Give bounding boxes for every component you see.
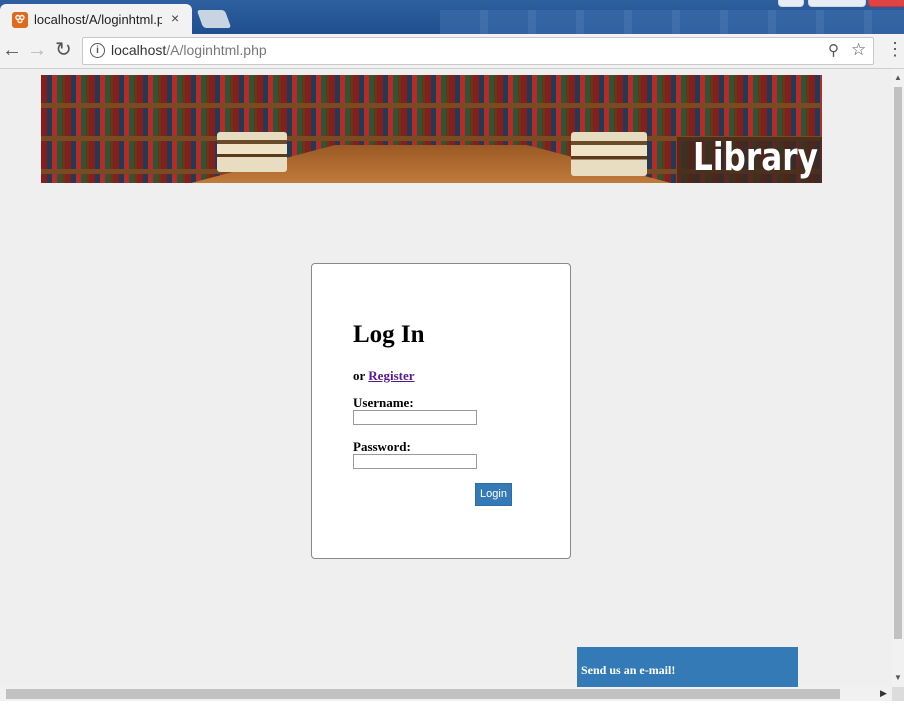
or-text: or bbox=[353, 368, 369, 383]
email-us-text: Send us an e-mail! bbox=[581, 663, 676, 677]
minimize-button[interactable] bbox=[778, 0, 804, 7]
register-line: or Register bbox=[353, 368, 415, 384]
password-field[interactable] bbox=[353, 454, 477, 469]
horizontal-scrollbar[interactable]: ▶ bbox=[0, 687, 892, 701]
book-stack-left bbox=[217, 132, 287, 172]
library-banner: Library bbox=[41, 75, 822, 183]
info-icon[interactable]: i bbox=[90, 43, 105, 58]
username-field[interactable] bbox=[353, 410, 477, 425]
address-bar[interactable]: i localhost/A/loginhtml.php ⚲ ☆ bbox=[82, 37, 874, 65]
url-text[interactable]: localhost/A/loginhtml.php bbox=[111, 42, 267, 58]
url-path: /A/loginhtml.php bbox=[166, 42, 267, 58]
browser-tab[interactable]: ꕢ localhost/A/loginhtml.php × bbox=[0, 4, 192, 34]
email-us-box[interactable]: Send us an e-mail! bbox=[577, 647, 798, 687]
password-label: Password: bbox=[353, 439, 411, 454]
vertical-scroll-thumb[interactable] bbox=[894, 87, 902, 639]
bookmark-star-icon[interactable]: ☆ bbox=[851, 40, 866, 60]
library-logo-text: Library bbox=[693, 135, 818, 179]
tab-close-icon[interactable]: × bbox=[171, 10, 179, 26]
book-stack-right bbox=[571, 132, 647, 176]
background-window bbox=[440, 10, 904, 34]
browser-titlebar: ꕢ localhost/A/loginhtml.php × bbox=[0, 0, 904, 34]
scroll-down-arrow-icon[interactable]: ▼ bbox=[894, 673, 902, 682]
xampp-favicon-icon: ꕢ bbox=[12, 12, 28, 28]
maximize-button[interactable] bbox=[808, 0, 866, 7]
username-label: Username: bbox=[353, 395, 414, 410]
reload-icon[interactable]: ↻ bbox=[55, 39, 72, 61]
vertical-scrollbar[interactable]: ▲ ▼ bbox=[892, 69, 904, 687]
tab-title: localhost/A/loginhtml.php bbox=[34, 12, 162, 27]
window-bottom-edge bbox=[0, 701, 904, 706]
forward-arrow-icon[interactable]: → bbox=[27, 39, 47, 61]
horizontal-scroll-thumb[interactable] bbox=[6, 689, 840, 699]
kebab-menu-icon[interactable]: ⋮ bbox=[886, 39, 904, 60]
back-arrow-icon[interactable]: ← bbox=[2, 39, 22, 61]
login-form: Log In or Register Username: Password: L… bbox=[311, 263, 571, 559]
scrollbar-corner bbox=[892, 687, 904, 701]
close-window-button[interactable] bbox=[868, 0, 904, 7]
login-button[interactable]: Login bbox=[475, 483, 512, 506]
scroll-up-arrow-icon[interactable]: ▲ bbox=[894, 73, 902, 82]
register-link[interactable]: Register bbox=[368, 368, 414, 383]
browser-toolbar: ← → ↻ i localhost/A/loginhtml.php ⚲ ☆ ⋮ bbox=[0, 34, 904, 69]
url-host: localhost bbox=[111, 42, 167, 58]
zoom-icon[interactable]: ⚲ bbox=[828, 41, 839, 59]
new-tab-button[interactable] bbox=[196, 10, 232, 28]
scroll-right-arrow-icon[interactable]: ▶ bbox=[880, 688, 887, 699]
login-title: Log In bbox=[353, 321, 425, 348]
